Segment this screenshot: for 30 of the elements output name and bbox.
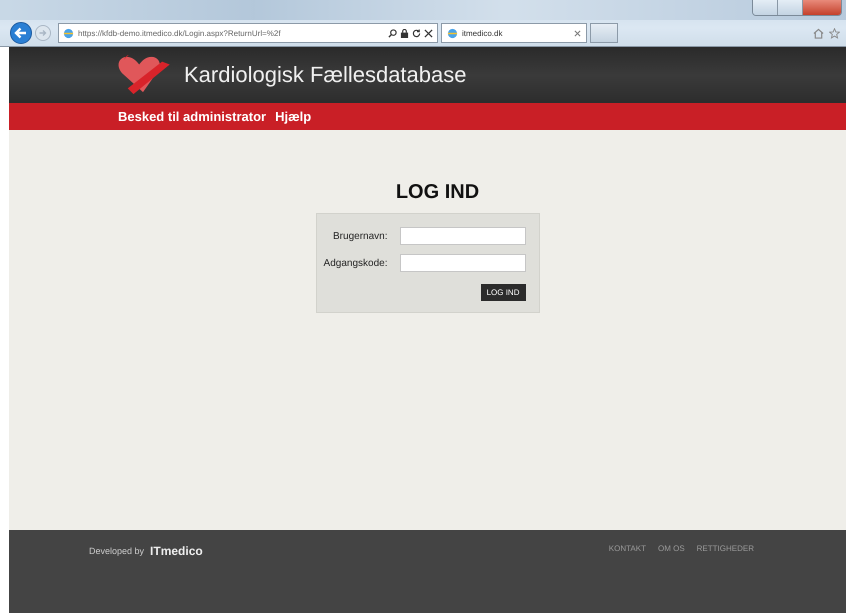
url-text: https://kfdb-demo.itmedico.dk/Login.aspx?ReturnUrl=%2f [78,28,282,38]
refresh-icon[interactable] [412,28,421,38]
footer-link[interactable]: KONTAKT [608,544,646,553]
back-button[interactable] [10,22,32,44]
close-button[interactable] [803,0,841,15]
login-button[interactable]: LOG IND [480,284,526,301]
new-tab-button[interactable] [590,23,618,43]
nav-link[interactable]: Hjælp [275,109,312,124]
address-bar[interactable]: https://kfdb-demo.itmedico.dk/Login.aspx?ReturnUrl=%2f [58,23,438,43]
footer-link[interactable]: RETTIGHEDER [696,544,754,553]
globe-icon [63,28,74,38]
search-icon[interactable] [388,28,397,38]
input-field[interactable] [400,254,526,272]
login-heading: LOG IND [396,181,480,204]
minimize-button[interactable] [753,0,778,15]
field-label: Adgangskode: [324,258,388,268]
footer-link[interactable]: OM OS [658,544,685,553]
close-icon[interactable] [424,28,433,38]
browser-tab[interactable]: itmedico.dk [441,23,587,43]
globe-icon [447,28,458,38]
developed-by-text: Developed by [89,546,144,556]
field-label: Brugernavn: [333,230,388,242]
brand-logo[interactable]: ITmedico [150,544,203,558]
lock-icon [400,28,409,38]
maximize-button[interactable] [778,0,803,15]
site-title: Kardiologisk Fællesdatabase [184,62,466,88]
input-field[interactable] [400,227,526,245]
home-icon[interactable] [813,28,824,38]
nav-link[interactable]: Besked til administrator [118,109,266,124]
star-icon[interactable] [829,28,840,38]
